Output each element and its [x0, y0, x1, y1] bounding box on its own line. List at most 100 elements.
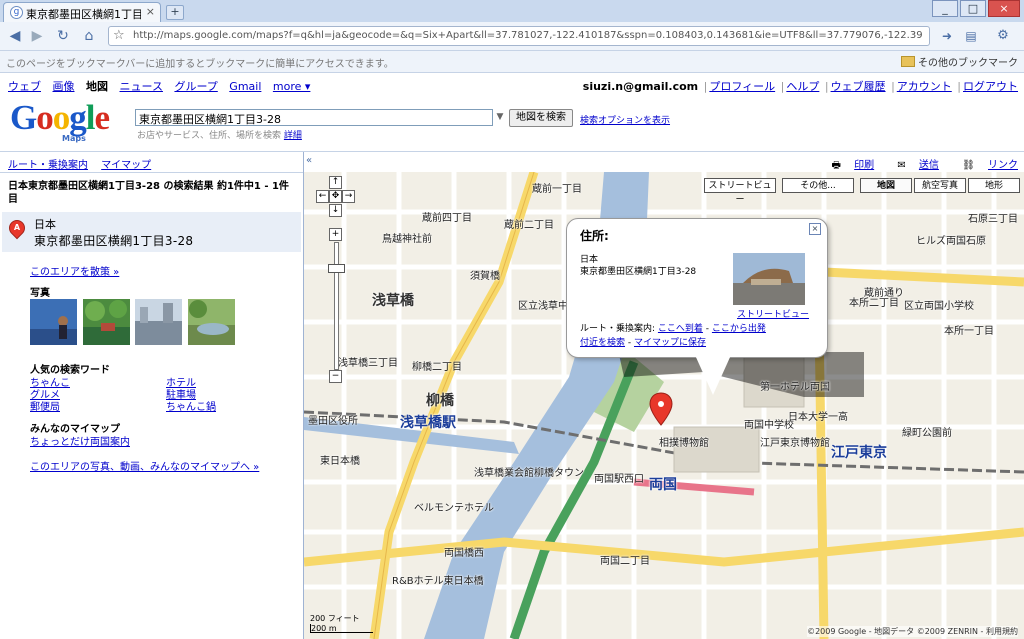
search-dropdown-icon[interactable]: ▼ — [494, 111, 506, 123]
map-label-higashi-nihonbashi: 東日本橋 — [320, 456, 360, 467]
web-history-link[interactable]: ウェブ履歴 — [831, 80, 886, 93]
photo-thumbnail-4[interactable] — [188, 299, 235, 345]
more-area-link[interactable]: このエリアの写真、動画、みんなのマイマップへ » — [30, 458, 259, 473]
keyword-post-office[interactable]: 郵便局 — [30, 398, 60, 413]
maptype-satellite[interactable]: 航空写真 — [914, 178, 966, 193]
maptype-terrain[interactable]: 地形 — [968, 178, 1020, 193]
tab-close-icon[interactable]: × — [146, 5, 155, 18]
zoom-in-button[interactable]: + — [329, 228, 342, 241]
advanced-options-link[interactable]: 検索オプションを表示 — [580, 113, 670, 126]
map-label-sugabashi: 須賀橋 — [470, 271, 500, 282]
maximize-button[interactable]: □ — [960, 0, 986, 17]
minimize-button[interactable]: _ — [932, 0, 958, 17]
zoom-slider-track[interactable] — [334, 242, 339, 370]
bookmark-bar-message: このページをブックマークバーに追加するとブックマークに簡単にアクセスできます。 — [6, 59, 394, 70]
account-link[interactable]: アカウント — [897, 80, 952, 93]
gbar-link-more[interactable]: more ▾ — [273, 80, 311, 93]
page-menu-icon[interactable]: ▤ — [962, 27, 980, 45]
streetview-link[interactable]: ストリートビュー — [737, 307, 809, 320]
directions-from-link[interactable]: ここから出発 — [712, 324, 766, 334]
google-maps-logo[interactable]: Google Maps — [10, 99, 128, 144]
collapse-panel-icon[interactable]: « — [306, 155, 312, 166]
search-hint: お店やサービス、住所、場所を検索 詳細 — [137, 131, 302, 141]
map-label-ryogoku-jhs: 両国中学校 — [744, 420, 794, 431]
gbar-link-groups[interactable]: グループ — [174, 80, 217, 93]
maptype-map[interactable]: 地図 — [860, 178, 912, 193]
station-ryogoku[interactable]: 両国 — [649, 474, 677, 494]
link-tool[interactable]: ⛓ リンク — [952, 160, 1018, 171]
home-icon[interactable]: ⌂ — [80, 27, 98, 45]
hint-details-link[interactable]: 詳細 — [284, 131, 302, 141]
pan-up-icon[interactable]: ↑ — [329, 176, 342, 189]
help-link[interactable]: ヘルプ — [786, 80, 819, 93]
other-bookmarks[interactable]: その他のブックマーク — [901, 54, 1018, 69]
map-navigation-control: ↑ ← ✥ → ↓ + − — [316, 176, 356, 383]
pan-down-icon[interactable]: ↓ — [329, 204, 342, 217]
photo-thumbnail-3[interactable] — [135, 299, 182, 345]
zoom-slider-thumb[interactable] — [328, 264, 345, 273]
pan-left-icon[interactable]: ← — [316, 190, 329, 203]
address-bar[interactable]: ☆ http://maps.google.com/maps?f=q&hl=ja&… — [108, 26, 930, 46]
tab-directions[interactable]: ルート・乗換案内 — [8, 160, 88, 171]
profile-link[interactable]: プロフィール — [709, 80, 775, 93]
map-label-kuramae-1: 蔵前一丁目 — [532, 184, 582, 195]
go-arrow-icon[interactable]: ➜ — [938, 27, 956, 45]
photo-thumbnail-1[interactable] — [30, 299, 77, 345]
map-label-kuramae-2: 蔵前二丁目 — [504, 220, 554, 231]
bookmarks-bar: このページをブックマークバーに追加するとブックマークに簡単にアクセスできます。 … — [0, 51, 1024, 73]
gbar-link-web[interactable]: ウェブ — [8, 80, 41, 93]
map-label-hills: ヒルズ両国石原 — [916, 236, 986, 247]
directions-to-link[interactable]: ここへ到着 — [658, 324, 703, 334]
pan-right-icon[interactable]: → — [342, 190, 355, 203]
explore-area-link[interactable]: このエリアを散策 » — [30, 263, 119, 278]
browser-tab[interactable]: g 東京都墨田区横網1丁目3... × — [3, 2, 161, 22]
save-to-mymaps-link[interactable]: マイマップに保存 — [634, 338, 706, 348]
search-nearby-link[interactable]: 付近を検索 — [580, 338, 625, 348]
map-label-yanagibashi: 柳橋 — [426, 393, 454, 409]
maptype-more[interactable]: その他... — [782, 178, 854, 193]
logout-link[interactable]: ログアウト — [963, 80, 1018, 93]
close-window-button[interactable]: × — [988, 0, 1020, 17]
gbar-link-news[interactable]: ニュース — [120, 80, 163, 93]
address-url[interactable]: http://maps.google.com/maps?f=q&hl=ja&ge… — [133, 30, 923, 41]
back-icon[interactable]: ◀ — [6, 27, 24, 45]
keyword-chanko-nabe[interactable]: ちゃんこ鍋 — [166, 398, 216, 413]
pan-center-icon[interactable]: ✥ — [329, 190, 342, 203]
link-icon: ⛓ — [962, 160, 975, 171]
map-label-kuramae-4: 蔵前四丁目 — [422, 213, 472, 224]
map-label-rb-hotel: R&Bホテル東日本橋 — [392, 576, 484, 587]
map-copyright: ©2009 Google - 地図データ ©2009 ZENRIN - 利用規約 — [807, 626, 1018, 637]
zoom-out-button[interactable]: − — [329, 370, 342, 383]
gbar-link-gmail[interactable]: Gmail — [229, 80, 261, 93]
result-address[interactable]: 東京都墨田区横網1丁目3-28 — [34, 232, 193, 249]
browser-toolbar: ◀ ▶ ↻ ⌂ ☆ http://maps.google.com/maps?f=… — [0, 22, 1024, 51]
map-label-yanagibashi-town: 浅草橋業会館柳橋タウン — [474, 468, 584, 479]
print-tool[interactable]: 🖶 印刷 — [822, 160, 875, 171]
station-ryogoku-oedo[interactable]: 江戸東京 — [831, 442, 887, 462]
directions-row: ルート・乗換案内: ここへ到着 - ここから出発 — [580, 324, 766, 334]
maptype-streetview[interactable]: ストリートビュー — [704, 178, 776, 205]
map-label-edo-tokyo-museum: 江戸東京博物館 — [760, 438, 830, 449]
info-window: 住所: × 日本 東京都墨田区横網1丁目3-28 ストリートビュー ルート・乗換… — [566, 218, 828, 395]
tab-my-maps[interactable]: マイマップ — [101, 160, 151, 171]
folder-icon — [901, 56, 915, 67]
wrench-menu-icon[interactable]: ⚙ — [994, 27, 1012, 45]
reload-icon[interactable]: ↻ — [54, 27, 72, 45]
streetview-thumbnail[interactable] — [733, 253, 805, 305]
map-canvas[interactable]: 浅草橋 柳橋 浅草橋駅 両国 江戸東京 両国駅西口 蔵前一丁目 蔵前二丁目 蔵前… — [304, 172, 1024, 639]
mymap-link[interactable]: ちょっとだけ両国案内 — [30, 433, 130, 448]
logo-sub: Maps — [62, 134, 86, 143]
bookmark-star-icon[interactable]: ☆ — [113, 28, 125, 43]
gbar-link-images[interactable]: 画像 — [53, 80, 75, 93]
photo-thumbnail-2[interactable] — [83, 299, 130, 345]
close-icon[interactable]: × — [809, 223, 821, 235]
search-maps-button[interactable]: 地図を検索 — [509, 109, 573, 127]
station-asakusabashi[interactable]: 浅草橋駅 — [400, 412, 456, 432]
map-label-daiichi-hotel: 第一ホテル両国 — [760, 382, 830, 393]
new-tab-button[interactable]: + — [166, 5, 184, 20]
send-tool[interactable]: ✉ 送信 — [887, 160, 939, 171]
search-input[interactable]: 東京都墨田区横網1丁目3-28 — [135, 109, 493, 126]
forward-icon[interactable]: ▶ — [28, 27, 46, 45]
browser-tabbar: g 東京都墨田区横網1丁目3... × + _ □ × — [0, 0, 1024, 22]
map-label-asakusabashi: 浅草橋 — [372, 293, 414, 309]
